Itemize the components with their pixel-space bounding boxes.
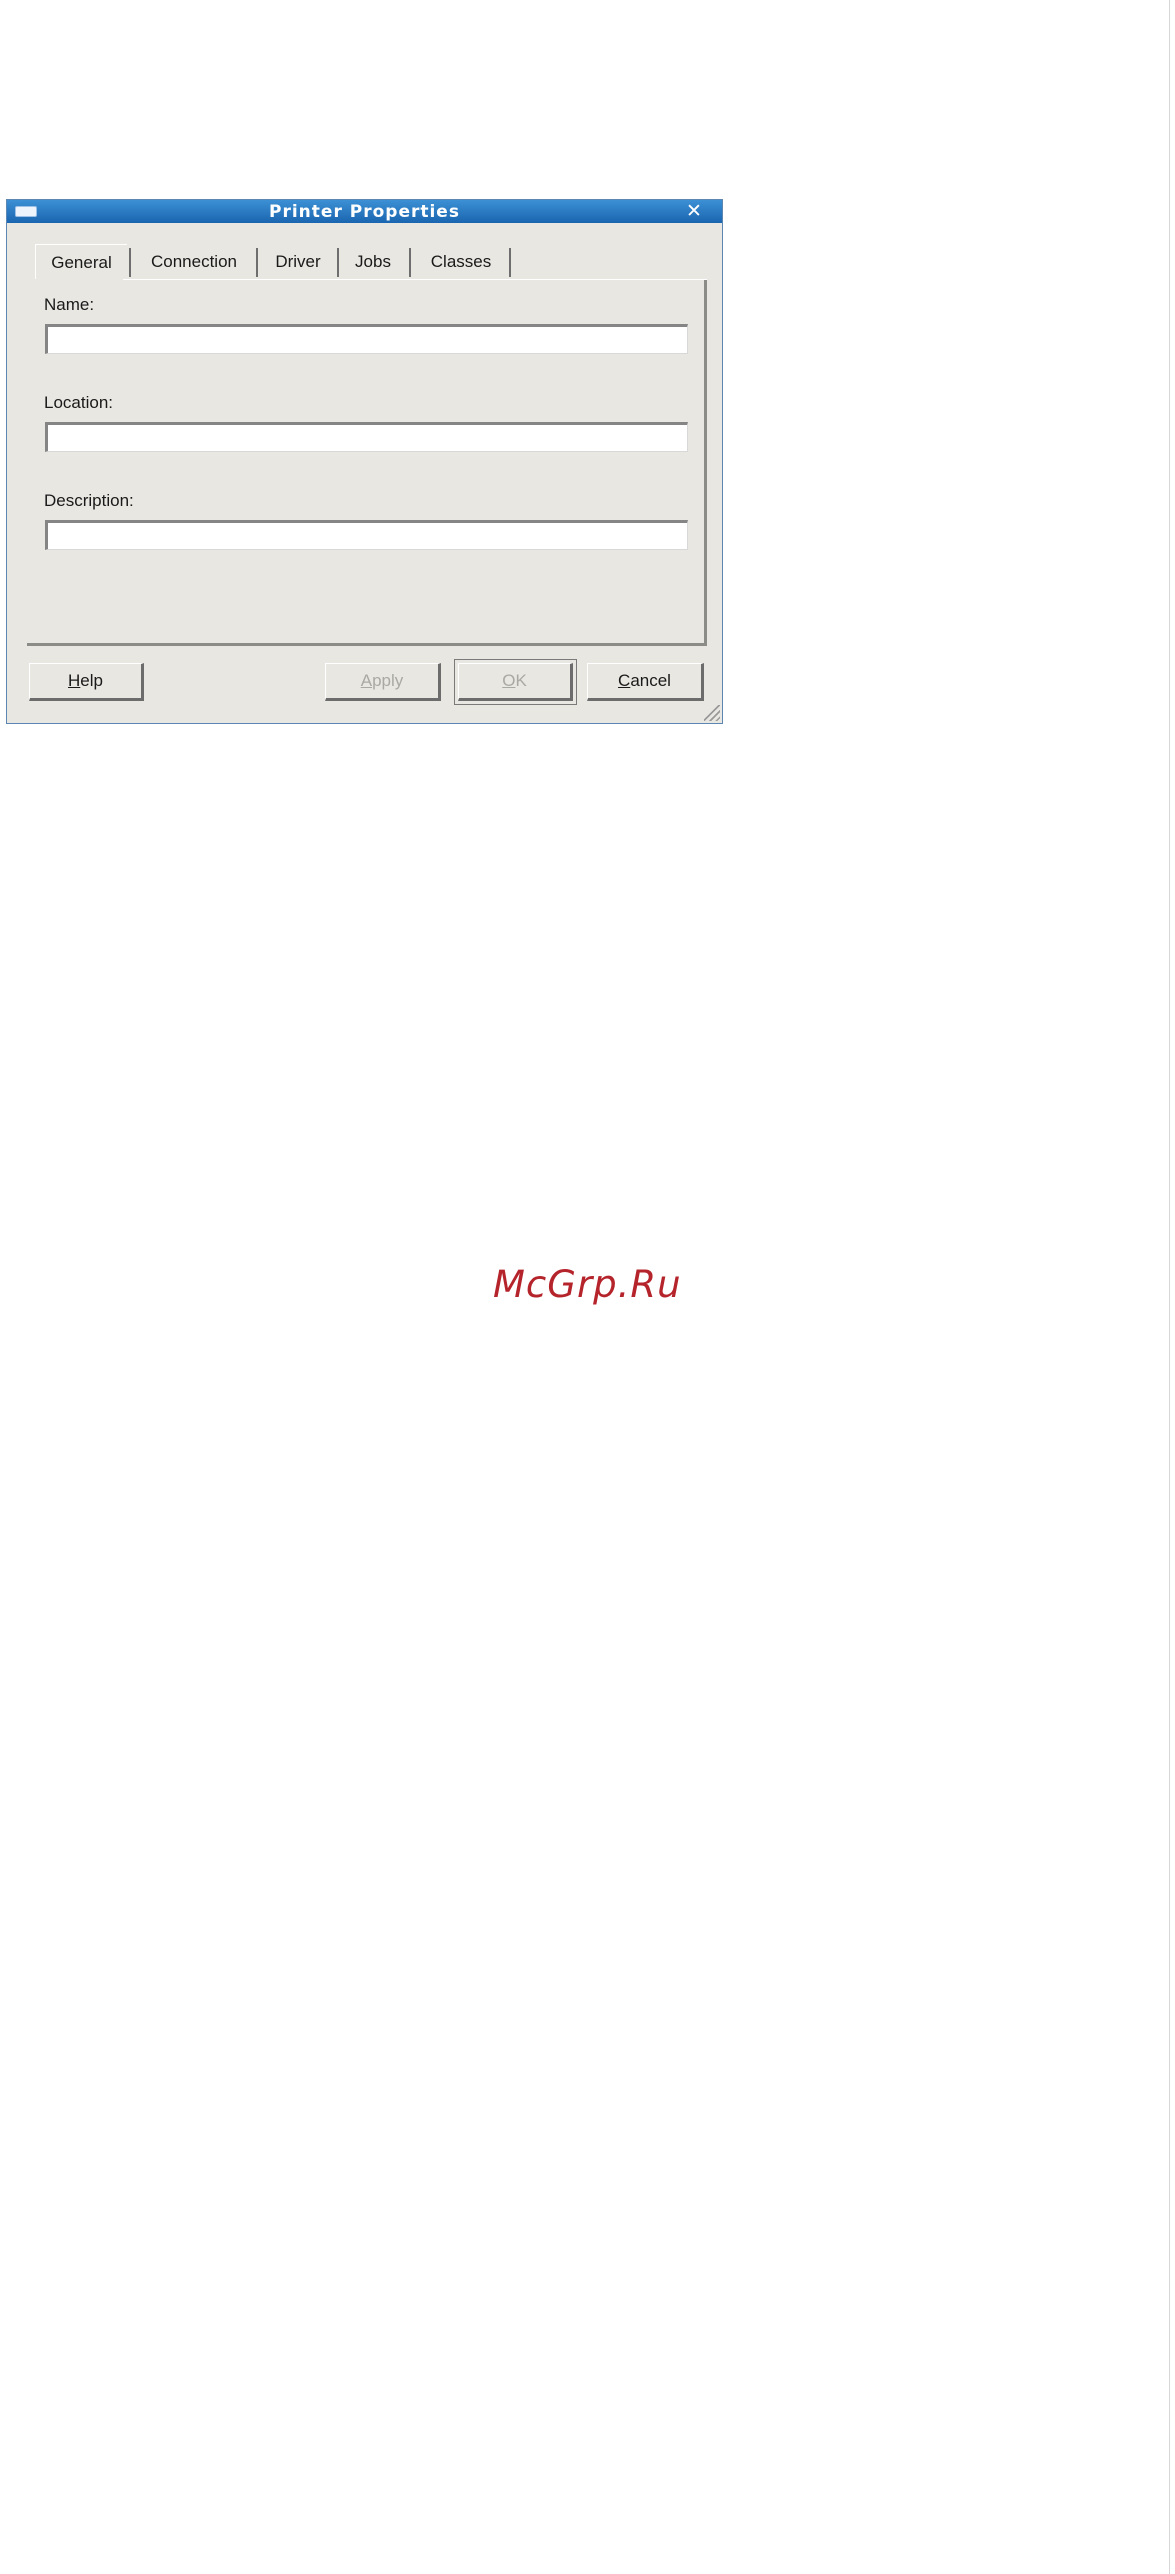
- help-label: elp: [80, 671, 103, 690]
- apply-mnemonic: A: [360, 671, 373, 690]
- tab-connection[interactable]: Connection: [133, 244, 255, 279]
- ok-label: K: [515, 671, 527, 690]
- cancel-button[interactable]: Cancel: [587, 663, 704, 701]
- help-button[interactable]: Help: [29, 663, 144, 701]
- help-mnemonic: H: [68, 671, 81, 690]
- description-label: Description:: [44, 491, 134, 510]
- title-bar[interactable]: Printer Properties ✕: [7, 200, 722, 223]
- ok-mnemonic: O: [502, 671, 516, 690]
- tab-driver[interactable]: Driver: [259, 244, 337, 279]
- location-label: Location:: [44, 393, 113, 412]
- ok-button[interactable]: OK: [454, 659, 577, 705]
- tab-separator: [129, 248, 131, 277]
- name-label: Name:: [44, 295, 95, 314]
- tab-classes[interactable]: Classes: [413, 244, 509, 279]
- printer-properties-dialog: Printer Properties ✕ General Connection …: [6, 199, 723, 724]
- tab-separator: [509, 248, 511, 277]
- cancel-mnemonic: C: [618, 671, 631, 690]
- tab-general[interactable]: General: [35, 244, 127, 279]
- resize-grip-icon[interactable]: [704, 705, 720, 721]
- tab-panel-border: [123, 279, 707, 280]
- tab-jobs[interactable]: Jobs: [341, 244, 405, 279]
- apply-button[interactable]: Apply: [325, 663, 441, 701]
- description-field[interactable]: [45, 520, 688, 550]
- close-icon[interactable]: ✕: [678, 202, 710, 221]
- location-field[interactable]: [45, 422, 688, 452]
- page-edge-line: [1169, 0, 1170, 2574]
- cancel-label: ancel: [630, 671, 671, 690]
- name-field[interactable]: [45, 324, 688, 354]
- window-title: Printer Properties: [269, 202, 460, 222]
- tab-separator: [409, 248, 411, 277]
- tab-separator: [337, 248, 339, 277]
- watermark: McGrp.Ru: [493, 1263, 682, 1306]
- apply-label: pply: [372, 671, 404, 690]
- tab-separator: [256, 248, 258, 277]
